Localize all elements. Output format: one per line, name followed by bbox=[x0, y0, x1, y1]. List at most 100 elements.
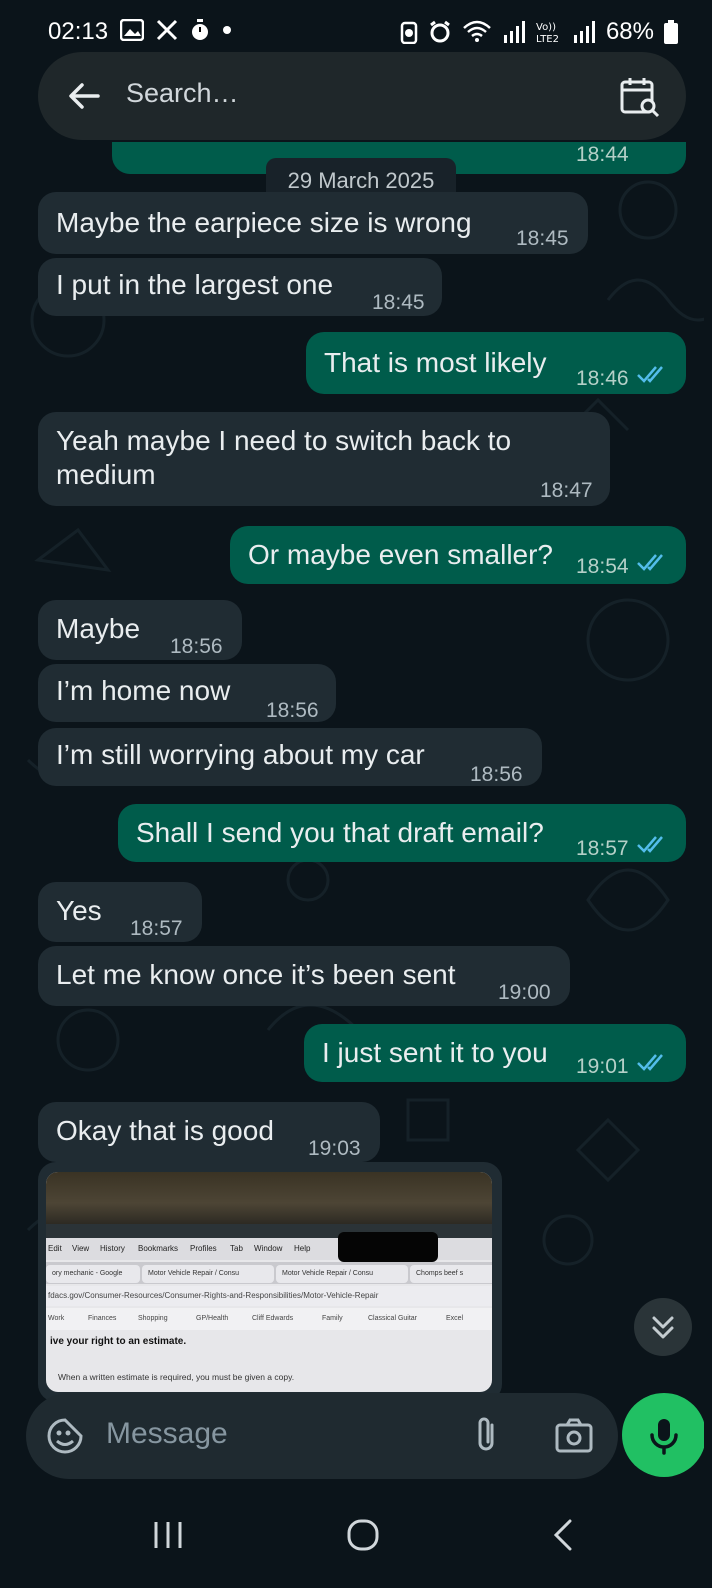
message-time: 18:47 bbox=[540, 479, 593, 502]
microphone-icon bbox=[650, 1419, 678, 1455]
chat-screen: 02:13 Vo)) LTE2 68% Search… 18:44 29 Marc… bbox=[8, 0, 704, 1588]
message-bubble-incoming[interactable]: Yeah maybe I need to switch back to medi… bbox=[38, 412, 610, 506]
status-time: 02:13 bbox=[48, 18, 109, 45]
message-time: 19:01 bbox=[576, 1055, 629, 1078]
photo-menu-item: Bookmarks bbox=[138, 1244, 179, 1253]
message-text: Yes bbox=[56, 895, 102, 926]
message-text: Or maybe even smaller? bbox=[248, 539, 554, 570]
message-text-line-1: Yeah maybe I need to switch back to bbox=[56, 425, 512, 456]
search-bar[interactable]: Search… bbox=[38, 52, 686, 140]
calendar-search-icon[interactable] bbox=[618, 74, 662, 118]
double-chevron-down-icon bbox=[652, 1316, 674, 1339]
voice-message-button[interactable] bbox=[622, 1393, 704, 1477]
message-text: Shall I send you that draft email? bbox=[136, 817, 544, 848]
message-text: That is most likely bbox=[324, 347, 547, 378]
photo-tab: Motor Vehicle Repair / Consu bbox=[276, 1265, 408, 1283]
image-message-photo[interactable]: Edit View History Bookmarks Profiles Tab… bbox=[46, 1172, 492, 1392]
photo-background bbox=[46, 1172, 492, 1224]
signal-icon bbox=[573, 21, 595, 43]
photo-bookmark: Finances bbox=[88, 1315, 117, 1322]
message-composer[interactable]: Message bbox=[26, 1393, 618, 1479]
volte-lte2-icon: Vo))LTE2 bbox=[536, 22, 559, 44]
message-text: I put in the largest one bbox=[56, 269, 334, 300]
message-time: 18:44 bbox=[576, 143, 629, 166]
photo-tab: ory mechanic - Google bbox=[46, 1265, 140, 1283]
search-input[interactable]: Search… bbox=[126, 78, 239, 109]
message-bubble-outgoing[interactable]: Or maybe even smaller? 18:54 bbox=[230, 526, 686, 584]
battery-percent: 68% bbox=[605, 18, 654, 45]
photo-tab: Chomps beef s bbox=[410, 1265, 492, 1283]
message-bubble-incoming[interactable]: I’m still worrying about my car 18:56 bbox=[38, 728, 542, 786]
message-time: 18:46 bbox=[576, 367, 629, 390]
message-text: I’m still worrying about my car bbox=[56, 739, 425, 770]
paperclip-icon[interactable] bbox=[472, 1415, 500, 1455]
nav-back-icon[interactable] bbox=[550, 1518, 576, 1552]
photo-bookmark: Shopping bbox=[138, 1315, 168, 1322]
photo-url-bar: fdacs.gov/Consumer-Resources/Consumer-Ri… bbox=[46, 1286, 492, 1306]
message-bubble-outgoing[interactable]: I just sent it to you 19:01 bbox=[304, 1024, 686, 1082]
message-time: 18:54 bbox=[576, 555, 629, 578]
stopwatch-icon bbox=[192, 19, 208, 40]
message-text: I’m home now bbox=[56, 675, 231, 706]
photo-bookmark: Family bbox=[322, 1315, 343, 1322]
recent-apps-icon[interactable] bbox=[148, 1520, 188, 1550]
sticker-emoji-icon[interactable] bbox=[46, 1417, 84, 1455]
read-receipt-icon bbox=[637, 1054, 663, 1071]
message-bubble-incoming[interactable]: I put in the largest one 18:45 bbox=[38, 258, 442, 316]
wifi-icon bbox=[463, 20, 491, 42]
message-bubble-incoming[interactable]: Maybe the earpiece size is wrong 18:45 bbox=[38, 192, 588, 254]
message-text: I just sent it to you bbox=[322, 1037, 548, 1068]
alarm-icon bbox=[430, 20, 450, 43]
message-bubble-outgoing[interactable]: Shall I send you that draft email? 18:57 bbox=[118, 804, 686, 862]
photo-bookmark: GP/Health bbox=[196, 1315, 229, 1322]
message-input[interactable]: Message bbox=[106, 1417, 228, 1451]
svg-text:Vo)): Vo)) bbox=[536, 22, 556, 33]
message-time: 18:45 bbox=[372, 291, 425, 314]
photo-menu-item: Profiles bbox=[190, 1244, 217, 1253]
photo-page-heading: ive your right to an estimate. bbox=[50, 1336, 187, 1347]
battery-icon bbox=[664, 20, 678, 44]
battery-saver-icon bbox=[400, 21, 418, 44]
camera-icon[interactable] bbox=[554, 1415, 594, 1455]
message-bubble-incoming[interactable]: Maybe 18:56 bbox=[38, 600, 242, 660]
message-text: Okay that is good bbox=[56, 1115, 274, 1146]
dot-icon bbox=[223, 26, 231, 34]
photo-menu-item: Tab bbox=[230, 1244, 243, 1253]
read-receipt-icon bbox=[637, 554, 663, 571]
photo-browser-tabs: ory mechanic - Google Motor Vehicle Repa… bbox=[46, 1262, 492, 1284]
photo-tab: Motor Vehicle Repair / Consu bbox=[142, 1265, 274, 1283]
home-icon[interactable] bbox=[346, 1518, 380, 1552]
message-time: 19:00 bbox=[498, 981, 551, 1004]
message-bubble-incoming[interactable]: Yes 18:57 bbox=[38, 882, 202, 942]
message-time: 18:57 bbox=[130, 917, 183, 940]
message-time: 18:56 bbox=[470, 763, 523, 786]
photo-bookmarks-bar: Work Finances Shopping GP/Health Cliff E… bbox=[46, 1308, 492, 1330]
svg-text:LTE2: LTE2 bbox=[536, 34, 559, 44]
photo-menu-item: Window bbox=[254, 1244, 283, 1253]
photo-menu-item: History bbox=[100, 1244, 125, 1253]
photo-menu-item: Help bbox=[294, 1244, 311, 1253]
message-bubble-incoming[interactable]: I’m home now 18:56 bbox=[38, 664, 336, 722]
system-navigation-bar bbox=[8, 1488, 704, 1588]
photo-bookmark: Classical Guitar bbox=[368, 1315, 418, 1322]
message-bubble-incoming[interactable]: Okay that is good 19:03 bbox=[38, 1102, 380, 1162]
photo-bookmark: Cliff Edwards bbox=[252, 1315, 294, 1322]
x-logo-icon bbox=[156, 19, 178, 41]
photo-bookmark: Work bbox=[48, 1315, 65, 1322]
message-time: 18:57 bbox=[576, 837, 629, 860]
photo-bookmark: Excel bbox=[446, 1315, 464, 1322]
message-time: 19:03 bbox=[308, 1137, 361, 1160]
image-message-bubble[interactable]: Edit View History Bookmarks Profiles Tab… bbox=[38, 1162, 502, 1402]
photo-page-text: When a written estimate is required, you… bbox=[58, 1372, 295, 1382]
message-text: Let me know once it’s been sent bbox=[56, 959, 456, 990]
photo-menu-item: View bbox=[72, 1244, 90, 1253]
message-time: 18:45 bbox=[516, 227, 569, 250]
signal-icon bbox=[503, 21, 525, 43]
message-bubble-incoming[interactable]: Let me know once it’s been sent 19:00 bbox=[38, 946, 570, 1006]
back-arrow-icon[interactable] bbox=[64, 76, 104, 116]
read-receipt-icon bbox=[637, 836, 663, 853]
gallery-icon bbox=[120, 19, 144, 41]
message-bubble-outgoing[interactable]: That is most likely 18:46 bbox=[306, 332, 686, 394]
photo-menu-item: Edit bbox=[48, 1244, 62, 1253]
scroll-to-bottom-button[interactable] bbox=[634, 1298, 692, 1356]
